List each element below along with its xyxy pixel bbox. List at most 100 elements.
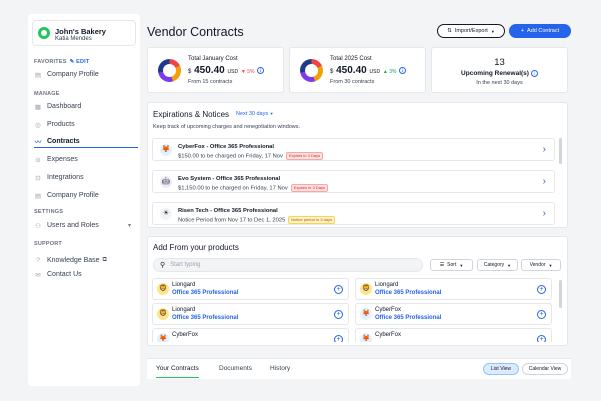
add-product-icon[interactable]: + xyxy=(537,285,546,294)
org-switcher[interactable]: John's Bakery Katia Mendes xyxy=(32,20,136,46)
plug-icon: ⊡ xyxy=(35,174,41,182)
sort-arrows-icon: ⇅ xyxy=(447,28,452,34)
sidebar-item-company-profile[interactable]: ▤ Company Profile xyxy=(34,189,134,202)
status-badge: Notice period in 3 days xyxy=(288,216,335,224)
chevron-right-icon[interactable]: › xyxy=(543,176,546,187)
add-contract-button[interactable]: + Add Contract xyxy=(509,24,571,38)
org-name: John's Bakery xyxy=(55,27,106,36)
range-dropdown[interactable]: Next 30 days ▼ xyxy=(236,111,274,117)
help-icon: ? xyxy=(36,257,40,264)
vendor-logo-icon: 🦊 xyxy=(160,144,172,156)
product-card[interactable]: 🦊 CyberFox + xyxy=(355,328,552,342)
plus-icon: + xyxy=(520,28,525,34)
tab-history[interactable]: History xyxy=(270,365,290,372)
sidebar-item-integrations[interactable]: ⊡ Integrations xyxy=(34,171,134,184)
add-product-icon[interactable]: + xyxy=(334,285,343,294)
expiration-item[interactable]: 🤖 Evo System - Office 365 Professional $… xyxy=(152,170,555,193)
edit-favorites-link[interactable]: ✎ EDIT xyxy=(70,59,90,65)
product-card[interactable]: 🦊 CyberFox Office 365 Professional + xyxy=(355,303,552,325)
tab-documents[interactable]: Documents xyxy=(219,365,252,372)
product-search-input[interactable]: ⚲ Start typing xyxy=(153,258,423,272)
vendor-logo-icon: 🦊 xyxy=(360,308,372,320)
contracts-tabs: Your Contracts Documents History List Vi… xyxy=(147,358,571,379)
sort-dropdown[interactable]: ☰ Sort ▼ xyxy=(430,259,473,271)
tab-your-contracts[interactable]: Your Contracts xyxy=(156,365,199,378)
info-icon[interactable]: i xyxy=(257,66,265,74)
contract-icon: 〰 xyxy=(34,139,42,146)
sort-lines-icon: ☰ xyxy=(439,262,445,268)
vendor-logo-icon: 🦁 xyxy=(157,308,169,320)
building-icon: ▤ xyxy=(34,71,42,79)
add-product-icon[interactable]: + xyxy=(537,335,546,342)
product-card[interactable]: 🦊 CyberFox + xyxy=(152,328,349,342)
list-view-button[interactable]: List View xyxy=(483,363,519,375)
status-badge: Expires in 3 Days xyxy=(290,184,328,192)
add-product-icon[interactable]: + xyxy=(334,310,343,319)
products-title: Add From your products xyxy=(153,243,239,252)
org-logo-icon xyxy=(38,27,50,39)
change-up-indicator: ▲ 3% xyxy=(382,69,397,75)
kpi-january-cost: Total January Cost $ 450.40 USD ▼ 5% i F… xyxy=(147,47,284,93)
vendor-logo-icon: 🤖 xyxy=(160,176,172,188)
chevron-down-icon: ▼ xyxy=(127,222,132,229)
expiration-item[interactable]: 🦊 CyberFox - Office 365 Professional $15… xyxy=(152,138,555,161)
sidebar-item-products[interactable]: ◎ Products xyxy=(34,118,134,131)
vendor-logo-icon: 🦊 xyxy=(157,333,169,342)
vendor-logo-icon: 🦁 xyxy=(157,283,169,295)
sidebar-item-users-and-roles[interactable]: ⚇ Users and Roles ▼ xyxy=(34,219,134,232)
product-grid: 🦁 Liongard Office 365 Professional + 🦁 L… xyxy=(152,278,562,342)
sidebar-item-favorite-company-profile[interactable]: ▤ Company Profile xyxy=(34,68,134,81)
calendar-view-button[interactable]: Calendar View xyxy=(522,363,568,375)
sidebar-item-dashboard[interactable]: ▦ Dashboard xyxy=(34,100,134,113)
chevron-right-icon[interactable]: › xyxy=(543,144,546,155)
category-dropdown[interactable]: Category ▼ xyxy=(477,259,518,271)
vendor-logo-icon: ☀ xyxy=(160,208,172,220)
add-product-icon[interactable]: + xyxy=(537,310,546,319)
product-card[interactable]: 🦁 Liongard Office 365 Professional + xyxy=(152,278,349,300)
vendor-logo-icon: 🦊 xyxy=(360,333,372,342)
add-product-icon[interactable]: + xyxy=(334,335,343,342)
info-icon[interactable]: i xyxy=(399,66,407,74)
chevron-down-icon: ▼ xyxy=(507,262,512,268)
expiration-item[interactable]: ☀ Risen Tech - Office 365 Professional N… xyxy=(152,202,555,225)
vendor-dropdown[interactable]: Vendor ▼ xyxy=(521,259,561,271)
sidebar-item-contact-us[interactable]: ✉ Contact Us xyxy=(34,268,134,281)
product-card[interactable]: 🦁 Liongard Office 365 Professional + xyxy=(355,278,552,300)
cost-donut-icon xyxy=(300,59,323,82)
org-user: Katia Mendes xyxy=(55,36,92,42)
grid-icon: ▦ xyxy=(34,103,42,111)
sidebar: John's Bakery Katia Mendes FAVORITES ✎ ED… xyxy=(28,14,140,386)
page-title: Vendor Contracts xyxy=(147,25,244,39)
external-link-icon: ⧉ xyxy=(102,257,107,263)
box-icon: ◎ xyxy=(35,121,41,129)
vendor-logo-icon: 🦁 xyxy=(360,283,372,295)
building-icon: ▤ xyxy=(34,192,42,200)
info-icon[interactable]: i xyxy=(530,70,538,77)
kpi-2025-cost: Total 2025 Cost $ 450.40 USD ▲ 3% i From… xyxy=(289,47,426,93)
sidebar-item-knowledge-base[interactable]: ? Knowledge Base ⧉ xyxy=(34,254,134,267)
mail-icon: ✉ xyxy=(35,271,41,279)
cost-donut-icon xyxy=(158,59,181,82)
users-icon: ⚇ xyxy=(35,222,41,230)
expirations-scrollbar[interactable] xyxy=(559,138,562,164)
expirations-subtitle: Keep track of upcoming charges and reneg… xyxy=(153,124,301,130)
change-down-indicator: ▼ 5% xyxy=(240,69,255,75)
sidebar-item-contracts[interactable]: 〰 Contracts xyxy=(34,135,138,148)
kpi-upcoming-renewals: 13 Upcoming Renewal(s) i In the next 30 d… xyxy=(431,47,568,93)
products-scrollbar[interactable] xyxy=(559,280,562,308)
product-card[interactable]: 🦁 Liongard Office 365 Professional + xyxy=(152,303,349,325)
sidebar-item-expenses[interactable]: ⊝ Expenses xyxy=(34,153,134,166)
expirations-title: Expirations & Notices xyxy=(153,110,230,119)
chevron-right-icon[interactable]: › xyxy=(543,208,546,219)
chevron-down-icon: ▼ xyxy=(548,262,553,268)
chevron-down-icon: ▼ xyxy=(269,111,274,116)
status-badge: Expires in 3 Days xyxy=(285,152,324,160)
search-icon: ⚲ xyxy=(160,262,166,269)
import-export-button[interactable]: ⇅ Import/Export ▼ xyxy=(437,24,505,38)
chevron-down-icon: ▼ xyxy=(490,28,495,34)
support-heading: SUPPORT xyxy=(34,241,62,247)
settings-heading: SETTINGS xyxy=(34,209,64,215)
wallet-icon: ⊝ xyxy=(35,156,41,164)
favorites-heading: FAVORITES ✎ EDIT xyxy=(34,59,90,65)
manage-heading: MANAGE xyxy=(34,91,60,97)
